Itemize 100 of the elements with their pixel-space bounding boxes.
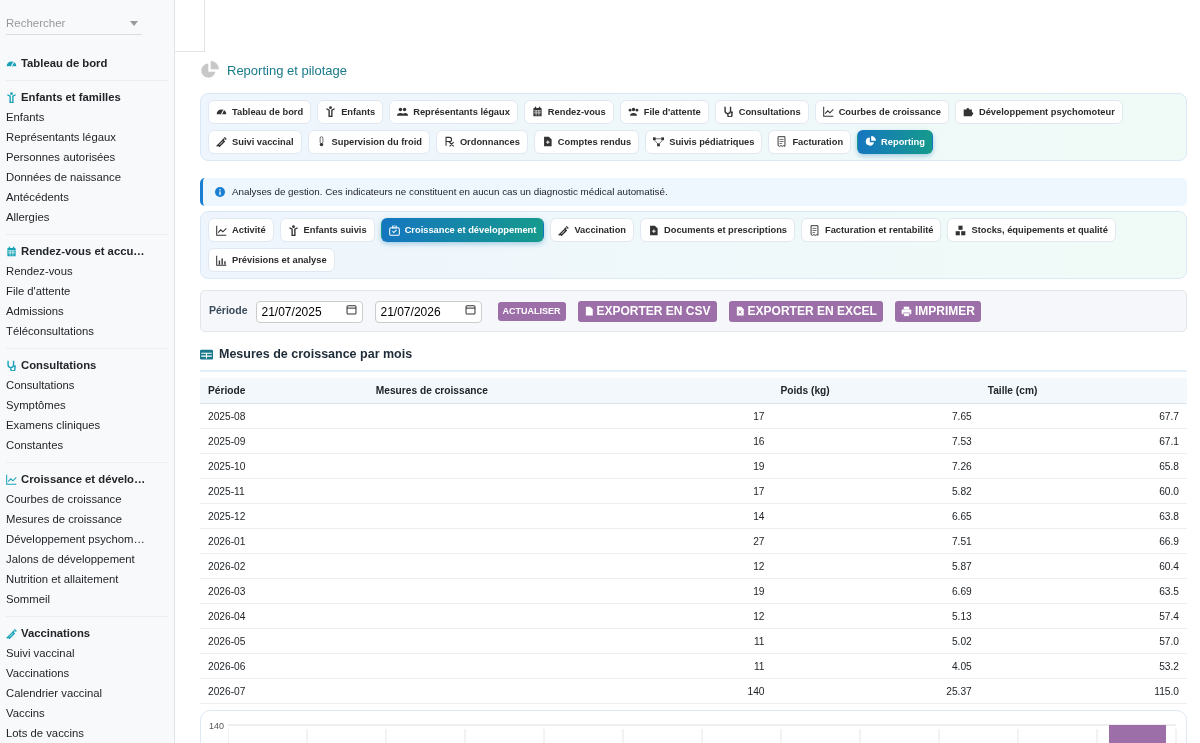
table-cell: 6.65 — [951, 510, 972, 522]
tab[interactable]: Activité — [208, 218, 274, 243]
sidebar-item[interactable]: Lots de vaccins — [6, 723, 174, 743]
export-button[interactable]: EXPORTER EN CSV — [577, 300, 717, 322]
sidebar-heading[interactable]: Croissance et dévelo… — [21, 470, 146, 488]
tab[interactable]: Reporting — [857, 129, 933, 154]
table-cell: 7.53 — [951, 435, 972, 447]
calendar-icon — [531, 106, 543, 117]
tab[interactable]: File d'attente — [619, 99, 709, 124]
table-cell: 140 — [747, 685, 765, 697]
tab[interactable]: Développement psychomoteur — [954, 99, 1123, 124]
boxes-icon — [955, 224, 967, 236]
sidebar-heading[interactable]: Consultations — [21, 356, 97, 374]
line-chart-icon — [822, 106, 834, 117]
sidebar-item[interactable]: Données de naissance — [6, 167, 174, 188]
tab[interactable]: Représentants légaux — [389, 99, 518, 124]
tab[interactable]: Facturation et rentabilité — [801, 218, 942, 243]
line-chart-icon — [216, 224, 227, 236]
info-icon — [215, 186, 225, 197]
sidebar-item[interactable]: Téléconsultations — [6, 321, 174, 342]
briefcase-icon — [388, 224, 400, 236]
tab[interactable]: Consultations — [714, 99, 809, 124]
tab[interactable]: Tableau de bord — [208, 99, 312, 124]
table-cell: 7.26 — [951, 460, 972, 472]
sidebar-item[interactable]: Vaccinations — [6, 663, 174, 684]
sidebar-item[interactable]: Développement psychom… — [6, 529, 174, 550]
tab[interactable]: Enfants — [317, 99, 384, 124]
pie-chart-icon — [200, 61, 219, 81]
tab[interactable]: Rendez-vous — [523, 99, 614, 124]
sidebar-item[interactable]: Symptômes — [6, 395, 174, 416]
document-icon — [541, 136, 553, 147]
tab[interactable]: Stocks, équipements et qualité — [947, 218, 1116, 243]
gauge-icon — [216, 106, 227, 117]
table-cell: 19 — [753, 585, 765, 597]
syringe-icon — [216, 136, 227, 147]
tab[interactable]: Courbes de croissance — [814, 99, 949, 124]
tab[interactable]: Suivis pédiatriques — [645, 129, 763, 154]
line-chart-icon — [6, 473, 17, 485]
sidebar-item[interactable]: Vaccins — [6, 703, 174, 724]
table-cell: 2025-09 — [208, 435, 246, 447]
sidebar-item[interactable]: Allergies — [6, 207, 174, 228]
print-button[interactable]: IMPRIMER — [894, 300, 981, 322]
sidebar-item[interactable]: Mesures de croissance — [6, 509, 174, 530]
table-cell: 60.4 — [1159, 560, 1180, 572]
sidebar-item[interactable]: Admissions — [6, 301, 174, 322]
sidebar-item[interactable]: Sommeil — [6, 589, 174, 610]
table-cell: 25.37 — [946, 685, 972, 697]
sidebar-item[interactable]: Représentants légaux — [6, 127, 174, 148]
sidebar-heading[interactable]: Enfants et familles — [21, 88, 121, 106]
table-cell: 67.1 — [1159, 435, 1180, 447]
tab[interactable]: Enfants suivis — [279, 218, 375, 243]
date-field[interactable]: 21/07/2026 — [374, 301, 482, 324]
refresh-button[interactable]: ACTUALISER — [497, 301, 566, 321]
table-cell: 11 — [753, 660, 765, 672]
tab[interactable]: Croissance et développement — [380, 218, 545, 243]
table-cell: 14 — [753, 510, 765, 522]
file-icon — [583, 306, 594, 317]
column-header: Taille (cm) — [987, 385, 1038, 397]
sidebar-item[interactable]: Antécédents — [6, 187, 174, 208]
sidebar-item[interactable]: Personnes autorisées — [6, 147, 174, 168]
tab[interactable]: Supervision du froid — [307, 129, 430, 154]
date-field[interactable]: 21/07/2025 — [255, 301, 363, 324]
person-icon — [6, 91, 17, 103]
syringe-icon — [558, 224, 570, 236]
table-cell: 5.02 — [951, 635, 972, 647]
sidebar-item[interactable]: Examens cliniques — [6, 415, 174, 436]
table-cell: 4.05 — [951, 660, 972, 672]
alert-text: Analyses de gestion. Ces indicateurs ne constituent en aucun cas un diagnostic médical automatisé. — [232, 184, 668, 199]
tab[interactable]: Suivi vaccinal — [208, 129, 302, 154]
column-header: Période — [208, 385, 246, 397]
table-cell: 65.8 — [1159, 460, 1180, 472]
calendar-icon — [6, 245, 17, 257]
table-cell: 16 — [753, 435, 765, 447]
table-cell: 2026-07 — [208, 685, 246, 697]
export-button[interactable]: EXPORTER EN EXCEL — [728, 300, 883, 322]
sidebar-item[interactable]: Constantes — [6, 435, 174, 456]
sidebar-item[interactable]: File d'attente — [6, 281, 174, 302]
tab[interactable]: Comptes rendus — [533, 129, 640, 154]
sidebar-item[interactable]: Enfants — [6, 107, 174, 128]
table-cell: 6.69 — [951, 585, 972, 597]
tab[interactable]: Facturation — [768, 129, 852, 154]
tab[interactable]: Ordonnances — [435, 129, 528, 154]
sidebar-heading[interactable]: Vaccinations — [21, 624, 91, 642]
sidebar-heading[interactable]: Tableau de bord — [21, 54, 108, 72]
search-field[interactable]: Rechercher — [6, 13, 142, 36]
table-cell: 63.5 — [1159, 585, 1180, 597]
table-cell: 2026-02 — [208, 560, 246, 572]
sidebar-item[interactable]: Rendez-vous — [6, 261, 174, 282]
sidebar-item[interactable]: Courbes de croissance — [6, 489, 174, 510]
tab[interactable]: Vaccination — [550, 218, 635, 243]
caret-icon[interactable] — [130, 21, 138, 26]
sidebar-item[interactable]: Consultations — [6, 375, 174, 396]
sidebar-item[interactable]: Jalons de développement — [6, 549, 174, 570]
sidebar-item[interactable]: Nutrition et allaitement — [6, 569, 174, 590]
sidebar-item[interactable]: Calendrier vaccinal — [6, 683, 174, 704]
tab[interactable]: Documents et prescriptions — [640, 218, 795, 243]
table-cell: 66.9 — [1159, 535, 1180, 547]
tab[interactable]: Prévisions et analyse — [208, 248, 335, 273]
sidebar-item[interactable]: Suivi vaccinal — [6, 643, 174, 664]
sidebar-heading[interactable]: Rendez-vous et accu… — [21, 242, 145, 260]
